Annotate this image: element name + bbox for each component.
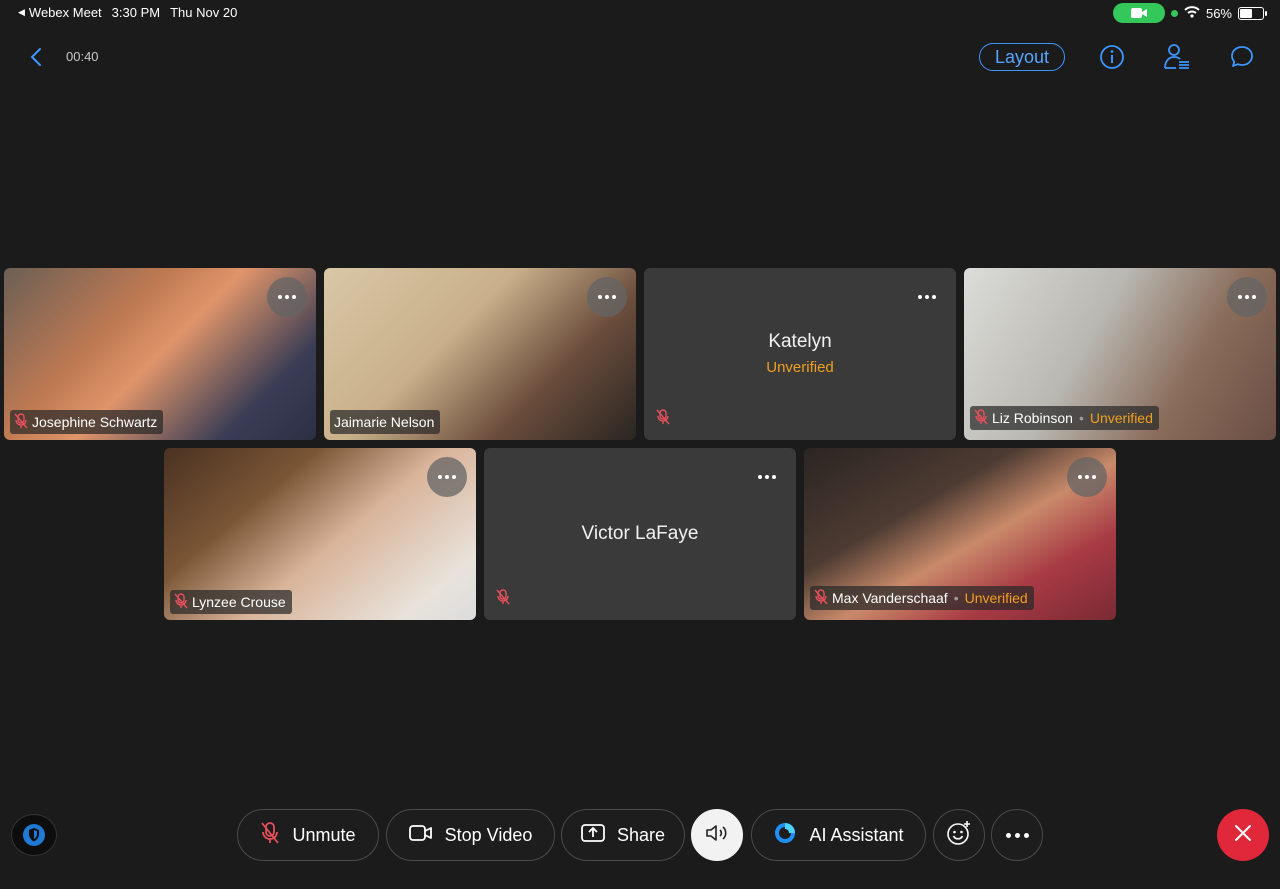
info-icon[interactable] bbox=[1097, 42, 1127, 72]
participant-name-tag: Liz Robinson • Unverified bbox=[970, 406, 1159, 430]
back-button[interactable] bbox=[24, 44, 48, 70]
share-button[interactable]: Share bbox=[561, 809, 685, 861]
unmute-label: Unmute bbox=[292, 824, 356, 845]
reactions-button[interactable] bbox=[933, 809, 985, 861]
participant-name: Lynzee Crouse bbox=[192, 594, 286, 610]
unverified-label: Unverified bbox=[766, 359, 834, 376]
shield-icon bbox=[23, 824, 45, 846]
participant-name-tag: Jaimarie Nelson bbox=[330, 410, 441, 434]
video-tile-katelyn[interactable]: Katelyn Unverified bbox=[644, 268, 956, 440]
more-options-button[interactable] bbox=[907, 277, 947, 317]
unverified-label: Unverified bbox=[1089, 410, 1153, 426]
security-shield-button[interactable] bbox=[11, 814, 57, 856]
unverified-label: Unverified bbox=[964, 590, 1028, 606]
unmute-button[interactable]: Unmute bbox=[237, 809, 379, 861]
participant-name: Katelyn bbox=[768, 331, 832, 352]
participant-name-tag: Lynzee Crouse bbox=[170, 590, 292, 614]
ai-assistant-button[interactable]: AI Assistant bbox=[751, 809, 926, 861]
meeting-toolbar: 00:40 Layout bbox=[0, 40, 1280, 74]
muted-mic-icon bbox=[974, 408, 988, 428]
wifi-icon bbox=[1184, 5, 1200, 21]
video-camera-icon bbox=[408, 824, 433, 847]
video-tile-liz-robinson[interactable]: Liz Robinson • Unverified bbox=[964, 268, 1276, 440]
muted-mic-icon bbox=[14, 412, 28, 432]
more-options-button[interactable] bbox=[427, 457, 467, 497]
camera-in-use-indicator[interactable] bbox=[1112, 3, 1165, 23]
smiley-add-icon bbox=[946, 820, 972, 851]
share-label: Share bbox=[616, 824, 666, 845]
status-date: Thu Nov 20 bbox=[170, 5, 238, 20]
participant-name: Jaimarie Nelson bbox=[334, 414, 435, 430]
speaker-icon bbox=[705, 822, 729, 849]
separator-dot: • bbox=[953, 590, 959, 606]
battery-icon bbox=[1238, 6, 1267, 20]
share-screen-icon bbox=[581, 823, 605, 848]
back-app-label[interactable]: Webex Meet bbox=[29, 5, 102, 20]
more-options-button[interactable] bbox=[1227, 277, 1267, 317]
muted-mic-icon bbox=[260, 821, 280, 850]
participant-name-tag: Josephine Schwartz bbox=[10, 410, 164, 434]
muted-mic-icon bbox=[174, 592, 188, 612]
chat-icon[interactable] bbox=[1227, 42, 1257, 72]
end-call-button[interactable] bbox=[1217, 809, 1269, 861]
more-options-button[interactable] bbox=[587, 277, 627, 317]
layout-button[interactable]: Layout bbox=[979, 43, 1065, 71]
participant-name: Max Vanderschaaf bbox=[832, 590, 948, 606]
more-dots-icon bbox=[1005, 832, 1029, 838]
more-options-button[interactable] bbox=[991, 809, 1043, 861]
ai-assistant-label: AI Assistant bbox=[809, 824, 904, 845]
video-tile-lynzee-crouse[interactable]: Lynzee Crouse bbox=[164, 448, 476, 620]
stop-video-label: Stop Video bbox=[444, 824, 533, 845]
status-bar: ◀ Webex Meet 3:30 PM Thu Nov 20 56% bbox=[0, 0, 1280, 26]
muted-mic-icon bbox=[496, 589, 510, 610]
separator-dot: • bbox=[1078, 410, 1084, 426]
participant-name-tag: Max Vanderschaaf • Unverified bbox=[810, 586, 1034, 610]
camera-dot-icon bbox=[1170, 9, 1178, 17]
video-tile-victor-lafaye[interactable]: Victor LaFaye bbox=[484, 448, 796, 620]
video-tile-max-vanderschaaf[interactable]: Max Vanderschaaf • Unverified bbox=[804, 448, 1116, 620]
stop-video-button[interactable]: Stop Video bbox=[386, 809, 555, 861]
more-options-button[interactable] bbox=[1067, 457, 1107, 497]
participants-icon[interactable] bbox=[1162, 42, 1192, 72]
more-options-button[interactable] bbox=[747, 457, 787, 497]
more-options-button[interactable] bbox=[267, 277, 307, 317]
close-icon bbox=[1233, 823, 1253, 848]
meeting-timer: 00:40 bbox=[66, 49, 99, 64]
battery-percent: 56% bbox=[1205, 5, 1232, 21]
status-time: 3:30 PM bbox=[111, 5, 161, 20]
video-tile-josephine-schwartz[interactable]: Josephine Schwartz bbox=[4, 268, 316, 440]
participant-name: Victor LaFaye bbox=[581, 523, 699, 544]
participant-name: Josephine Schwartz bbox=[32, 414, 158, 430]
video-tile-jaimarie-nelson[interactable]: Jaimarie Nelson bbox=[324, 268, 636, 440]
muted-mic-icon bbox=[814, 588, 828, 608]
back-to-app-icon[interactable]: ◀ bbox=[18, 7, 25, 18]
ai-assistant-icon bbox=[773, 821, 797, 850]
muted-mic-icon bbox=[656, 409, 670, 430]
audio-output-button[interactable] bbox=[691, 809, 743, 861]
participant-name: Liz Robinson bbox=[992, 410, 1073, 426]
